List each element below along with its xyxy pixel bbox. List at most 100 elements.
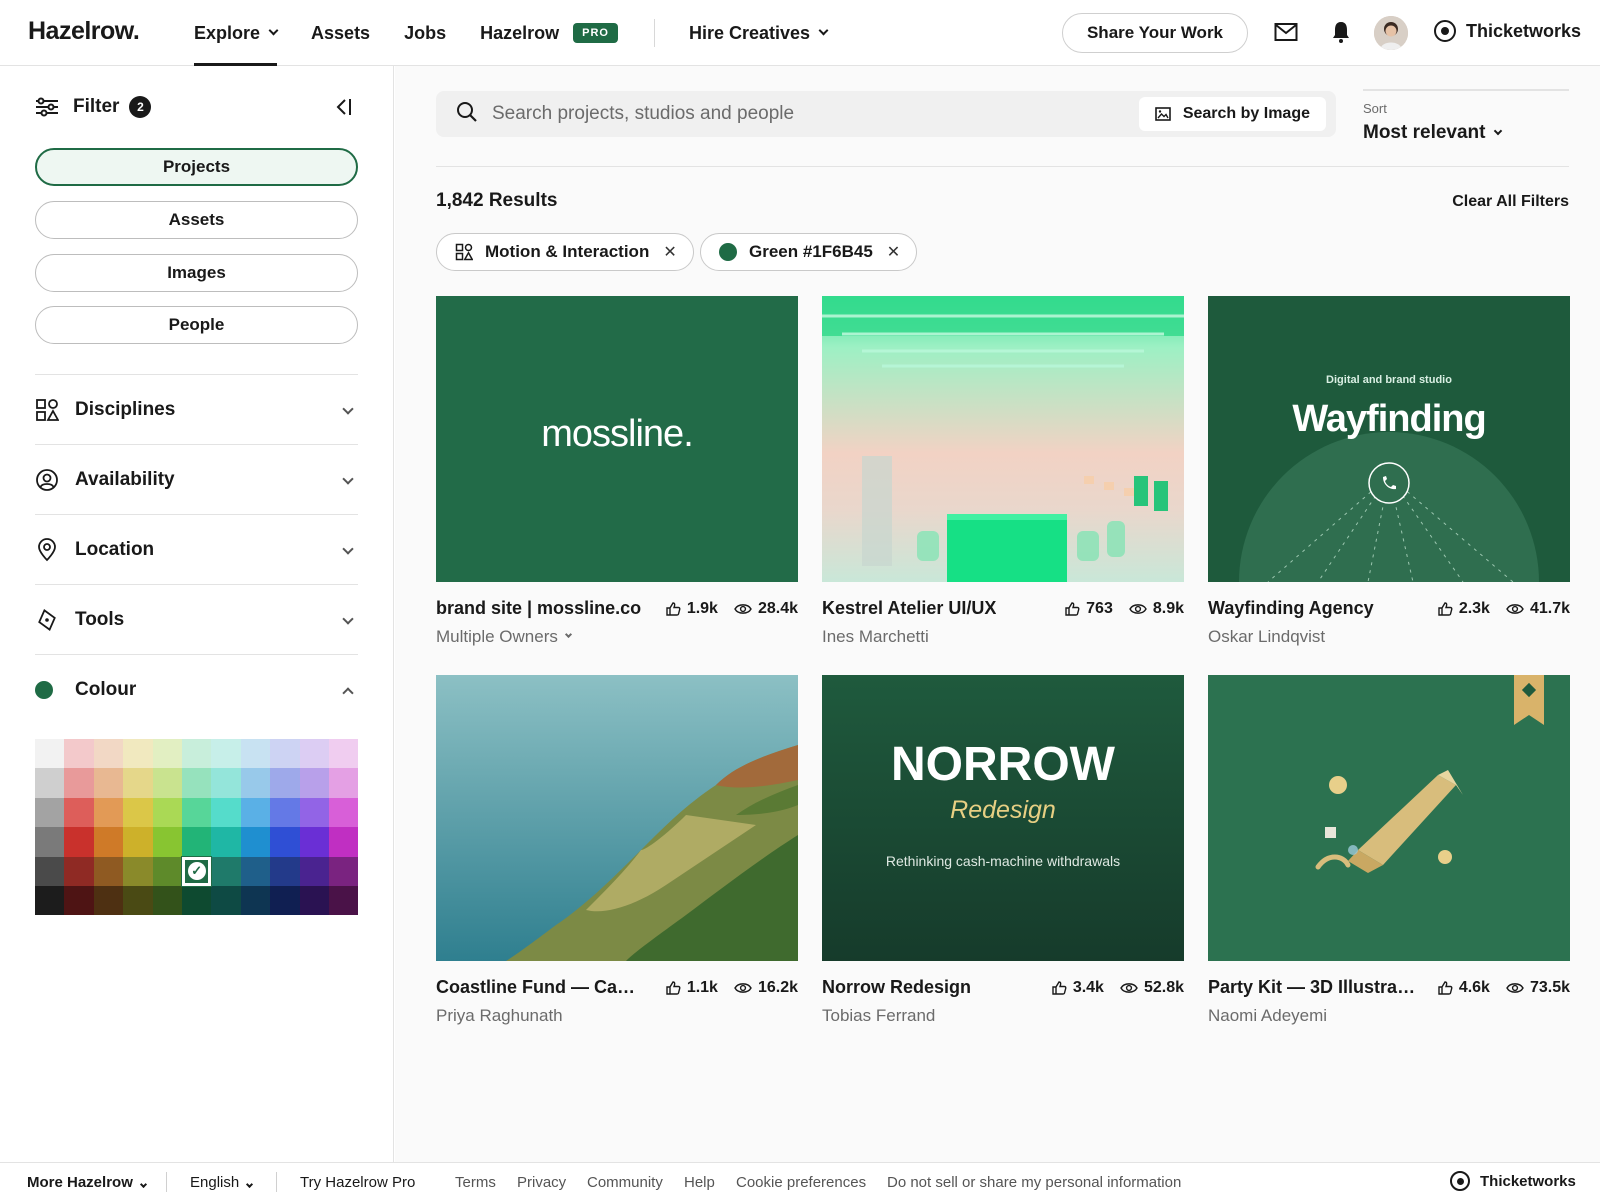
colour-swatch[interactable]: [240, 739, 271, 769]
colour-swatch[interactable]: [270, 856, 300, 886]
footer-help-link[interactable]: Help: [684, 1174, 715, 1191]
footer-account[interactable]: Thicketworks: [1450, 1171, 1576, 1191]
project-card[interactable]: Digital and brand studio Wayfinding Wayf…: [1208, 296, 1570, 647]
colour-swatch[interactable]: [93, 827, 124, 857]
project-title[interactable]: Party Kit — 3D Illustration: [1208, 977, 1421, 998]
colour-swatch[interactable]: [35, 885, 65, 916]
colour-swatch[interactable]: [240, 797, 271, 828]
facet-tools[interactable]: Tools: [35, 584, 358, 654]
project-thumbnail[interactable]: [436, 675, 798, 961]
project-title[interactable]: Kestrel Atelier UI/UX: [822, 598, 996, 619]
project-card[interactable]: Coastline Fund — Campaign 1.1k 16.2k Pri…: [436, 675, 798, 1026]
colour-swatch[interactable]: [328, 885, 359, 916]
sort-dropdown[interactable]: Sort Most relevant: [1363, 89, 1569, 144]
colour-swatch[interactable]: [123, 856, 153, 886]
chip-motion-interaction[interactable]: Motion & Interaction ✕: [436, 233, 694, 271]
project-title[interactable]: Norrow Redesign: [822, 977, 971, 998]
type-images-button[interactable]: Images: [35, 254, 358, 292]
share-your-work-button[interactable]: Share Your Work: [1062, 13, 1248, 53]
footer-privacy-link[interactable]: Privacy: [517, 1174, 566, 1191]
colour-swatch[interactable]: [64, 739, 94, 769]
colour-swatch[interactable]: [328, 856, 359, 886]
footer-language[interactable]: English: [190, 1174, 254, 1191]
project-owner[interactable]: Ines Marchetti: [822, 627, 1184, 647]
colour-swatch[interactable]: [270, 885, 300, 916]
colour-swatch[interactable]: [123, 885, 153, 916]
account-switcher[interactable]: Thicketworks: [1434, 20, 1581, 42]
project-thumbnail[interactable]: NORROW Redesign Rethinking cash-machine …: [822, 675, 1184, 961]
colour-swatch[interactable]: [93, 885, 124, 916]
bell-icon[interactable]: [1331, 20, 1351, 49]
colour-swatch[interactable]: [64, 827, 94, 857]
colour-swatch[interactable]: [64, 797, 94, 828]
project-owner[interactable]: Multiple Owners: [436, 627, 798, 647]
close-icon[interactable]: ✕: [663, 242, 676, 262]
type-people-button[interactable]: People: [35, 306, 358, 344]
colour-swatch[interactable]: [64, 856, 94, 886]
colour-swatch[interactable]: [211, 827, 241, 857]
project-owner[interactable]: Priya Raghunath: [436, 1006, 798, 1026]
colour-swatch[interactable]: [181, 856, 212, 886]
colour-swatch[interactable]: [93, 768, 124, 798]
colour-swatch[interactable]: [35, 797, 65, 828]
colour-swatch[interactable]: [64, 768, 94, 798]
colour-swatch[interactable]: [152, 827, 182, 857]
colour-swatch[interactable]: [93, 797, 124, 828]
search-input[interactable]: [492, 103, 1132, 125]
footer-community-link[interactable]: Community: [587, 1174, 663, 1191]
project-owner[interactable]: Oskar Lindqvist: [1208, 627, 1570, 647]
colour-swatch[interactable]: [240, 768, 271, 798]
colour-swatch[interactable]: [299, 768, 329, 798]
colour-swatch[interactable]: [35, 768, 65, 798]
colour-swatch[interactable]: [299, 739, 329, 769]
colour-swatch[interactable]: [211, 768, 241, 798]
colour-swatch[interactable]: [123, 739, 153, 769]
colour-swatch[interactable]: [181, 768, 212, 798]
colour-swatch[interactable]: [152, 885, 182, 916]
project-title[interactable]: Coastline Fund — Campaign: [436, 977, 646, 998]
colour-swatch[interactable]: [181, 885, 212, 916]
colour-swatch[interactable]: [328, 739, 359, 769]
search-by-image-button[interactable]: Search by Image: [1138, 97, 1326, 131]
facet-availability[interactable]: Availability: [35, 444, 358, 514]
nav-jobs[interactable]: Jobs: [404, 0, 446, 66]
colour-swatch[interactable]: [123, 827, 153, 857]
footer-more-hazelrow[interactable]: More Hazelrow: [27, 1174, 147, 1191]
user-avatar[interactable]: [1374, 16, 1408, 50]
footer-cookie-link[interactable]: Cookie preferences: [736, 1174, 866, 1191]
footer-terms-link[interactable]: Terms: [455, 1174, 496, 1191]
colour-swatch[interactable]: [35, 827, 65, 857]
project-card[interactable]: Kestrel Atelier UI/UX 763 8.9k Ines Marc…: [822, 296, 1184, 647]
colour-swatch[interactable]: [240, 827, 271, 857]
project-thumbnail[interactable]: [1208, 675, 1570, 961]
colour-swatch[interactable]: [181, 797, 212, 828]
colour-swatch[interactable]: [181, 739, 212, 769]
colour-swatch[interactable]: [299, 856, 329, 886]
colour-swatch[interactable]: [123, 797, 153, 828]
project-thumbnail[interactable]: [822, 296, 1184, 582]
colour-swatch[interactable]: [211, 885, 241, 916]
nav-hazelrow-pro[interactable]: Hazelrow PRO: [480, 0, 618, 66]
nav-hire-creatives[interactable]: Hire Creatives: [689, 0, 829, 66]
collapse-sidebar-icon[interactable]: [334, 96, 354, 123]
colour-swatch[interactable]: [270, 768, 300, 798]
colour-swatch[interactable]: [64, 885, 94, 916]
type-assets-button[interactable]: Assets: [35, 201, 358, 239]
colour-swatch[interactable]: [240, 856, 271, 886]
colour-swatch[interactable]: [270, 739, 300, 769]
colour-swatch[interactable]: [328, 768, 359, 798]
project-card[interactable]: mossline. brand site | mossline.co 1.9k …: [436, 296, 798, 647]
colour-swatch[interactable]: [211, 797, 241, 828]
colour-swatch[interactable]: [93, 856, 124, 886]
facet-colour[interactable]: Colour: [35, 654, 358, 724]
colour-swatch[interactable]: [152, 739, 182, 769]
colour-swatch[interactable]: [328, 797, 359, 828]
chip-colour-green[interactable]: Green #1F6B45 ✕: [700, 233, 918, 271]
nav-assets[interactable]: Assets: [311, 0, 370, 66]
colour-swatch[interactable]: [35, 856, 65, 886]
colour-swatch[interactable]: [328, 827, 359, 857]
colour-swatch[interactable]: [270, 797, 300, 828]
colour-swatch[interactable]: [211, 739, 241, 769]
project-title[interactable]: brand site | mossline.co: [436, 598, 641, 619]
colour-swatch[interactable]: [270, 827, 300, 857]
